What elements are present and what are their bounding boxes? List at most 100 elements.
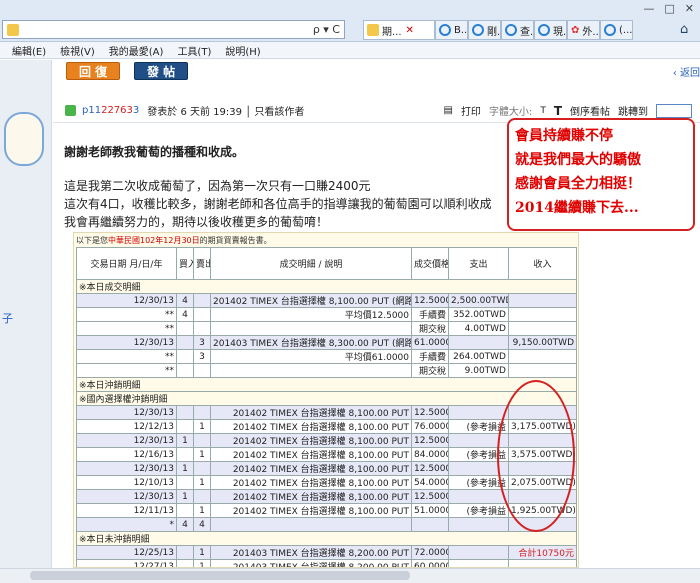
site-favicon-icon bbox=[7, 23, 19, 36]
table-cell: 54.0000 bbox=[411, 475, 449, 490]
table-cell: ** bbox=[76, 363, 177, 378]
window-controls: — □ ✕ bbox=[643, 2, 694, 15]
table-cell bbox=[210, 321, 412, 336]
table-row: 12/11/13 1 201402 TIMEX 台指選擇權 8,100.00 PUT… bbox=[76, 503, 577, 518]
table-cell: 1 bbox=[193, 447, 211, 462]
table-cell: 12/27/13 bbox=[76, 559, 177, 567]
table-row: ※本日成交明細 bbox=[76, 279, 577, 294]
table-cell bbox=[411, 517, 449, 532]
column-header: 成交價格 bbox=[411, 247, 449, 280]
scrollbar-thumb[interactable] bbox=[30, 571, 410, 580]
menu-view[interactable]: 檢視(V) bbox=[60, 43, 95, 58]
post-title: 謝謝老師教我葡萄的播種和收成。 bbox=[64, 145, 245, 159]
font-small-button[interactable]: T bbox=[540, 106, 546, 116]
author-link[interactable]: p11227633 bbox=[82, 105, 139, 116]
menu-help[interactable]: 說明(H) bbox=[225, 43, 260, 58]
section-title: ※本日未沖銷明細 bbox=[76, 531, 577, 546]
home-icon[interactable]: ⌂ bbox=[680, 22, 696, 38]
table-cell: 201402 TIMEX 台指選擇權 8,100.00 PUT bbox=[210, 475, 412, 490]
table-cell bbox=[448, 559, 509, 567]
flower-icon: ✿ bbox=[571, 24, 580, 36]
table-row: 交易日期 月/日/年買入賣出成交明細 / 說明成交價格支出收入 bbox=[76, 247, 577, 280]
sidebar-link[interactable]: 子 bbox=[2, 310, 13, 326]
section-title: ※本日成交明細 bbox=[76, 279, 577, 294]
table-cell: 12.5000 bbox=[411, 293, 449, 308]
author-suffix: 3 bbox=[132, 105, 140, 116]
table-cell: 4 bbox=[176, 517, 194, 532]
maximize-icon[interactable]: □ bbox=[664, 2, 674, 15]
tab-label: B... bbox=[454, 24, 468, 36]
table-cell bbox=[193, 433, 211, 448]
table-cell bbox=[176, 503, 194, 518]
browser-tab[interactable]: ✿ 外... bbox=[567, 20, 600, 40]
tab-label: 期... bbox=[382, 26, 402, 38]
browser-tab[interactable]: B... bbox=[435, 20, 468, 40]
goto-input[interactable] bbox=[656, 103, 692, 118]
table-cell: 12/12/13 bbox=[76, 419, 177, 434]
table-cell: 9,150.00TWD bbox=[508, 335, 577, 350]
reply-button[interactable]: 回 復 bbox=[66, 62, 121, 80]
menu-tools[interactable]: 工具(T) bbox=[177, 43, 211, 58]
table-cell: 手續費 bbox=[411, 349, 449, 364]
table-cell: 76.0000 bbox=[411, 419, 449, 434]
new-post-button[interactable]: 發 帖 bbox=[134, 62, 189, 80]
callout-line: 2014繼續賺下去... bbox=[515, 200, 639, 216]
reverse-order-link[interactable]: 倒序看帖 bbox=[570, 103, 610, 118]
table-cell: 1 bbox=[176, 461, 194, 476]
table-cell: 201402 TIMEX 台指選擇權 8,100.00 PUT bbox=[210, 447, 412, 462]
post-body-line: 這次有4口，收穫比較多，謝謝老師和各位高手的指導讓我的葡萄園可以順利收成 bbox=[64, 197, 492, 211]
table-cell bbox=[210, 363, 412, 378]
minimize-icon[interactable]: — bbox=[643, 2, 654, 15]
trade-report: 以下是您中華民國102年12月30日的期貨買賣報告書。 交易日期 月/日/年買入… bbox=[73, 232, 579, 568]
address-bar[interactable]: ρ ▾ C bbox=[2, 20, 345, 39]
table-row: ※國內選擇權沖銷明細 bbox=[76, 391, 577, 406]
tab-label: 外... bbox=[582, 26, 600, 38]
table-cell: ** bbox=[76, 321, 177, 336]
tab-label: (... bbox=[619, 24, 633, 36]
table-cell bbox=[193, 363, 211, 378]
back-link[interactable]: ‹ 返回 bbox=[673, 64, 700, 79]
table-cell bbox=[176, 405, 194, 420]
table-cell bbox=[176, 321, 194, 336]
tab-label: 查... bbox=[520, 26, 534, 38]
table-cell: 1 bbox=[193, 475, 211, 490]
table-cell: 平均價61.0000 bbox=[210, 349, 412, 364]
report-caption: 以下是您中華民國102年12月30日的期貨買賣報告書。 bbox=[76, 235, 272, 246]
table-cell: 4 bbox=[176, 307, 194, 322]
browser-tab[interactable]: (... bbox=[600, 20, 633, 40]
callout-line: 就是我們最大的驕傲 bbox=[515, 152, 641, 168]
goto-label: 跳轉到 bbox=[618, 107, 648, 118]
table-cell: 合計10750元 bbox=[508, 545, 577, 560]
table-cell: 12/10/13 bbox=[76, 475, 177, 490]
browser-tab-active[interactable]: 期... ✕ bbox=[363, 20, 435, 40]
menu-favorites[interactable]: 我的最愛(A) bbox=[109, 43, 164, 58]
font-large-button[interactable]: T bbox=[554, 104, 562, 118]
table-cell: 1 bbox=[193, 419, 211, 434]
close-window-icon[interactable]: ✕ bbox=[685, 2, 694, 15]
table-cell: 201402 TIMEX 台指選擇權 8,100.00 PUT bbox=[210, 461, 412, 476]
browser-tab[interactable]: 查... bbox=[501, 20, 534, 40]
browser-tab[interactable]: 現... bbox=[534, 20, 567, 40]
avatar bbox=[4, 112, 44, 166]
menu-edit[interactable]: 編輯(E) bbox=[12, 43, 46, 58]
print-link[interactable]: 打印 bbox=[461, 103, 481, 118]
tab-favicon-icon bbox=[367, 24, 379, 36]
table-row: ** 期交稅 4.00TWD bbox=[76, 321, 577, 336]
browser-tab[interactable]: 剛... bbox=[468, 20, 501, 40]
ie-icon bbox=[439, 24, 451, 36]
table-cell: 51.0000 bbox=[411, 503, 449, 518]
table-cell bbox=[210, 517, 412, 532]
column-header: 賣出 bbox=[193, 247, 211, 280]
post-body-line: 這是我第二次收成葡萄了，因為第一次只有一口賺2400元 bbox=[64, 179, 371, 193]
column-header: 支出 bbox=[448, 247, 509, 280]
close-tab-icon[interactable]: ✕ bbox=[406, 25, 414, 36]
table-cell: 12/16/13 bbox=[76, 447, 177, 462]
table-cell bbox=[176, 349, 194, 364]
table-row: 12/30/13 4 201402 TIMEX 台指選擇權 8,100.00 PUT… bbox=[76, 293, 577, 308]
table-row: ** 4 平均價12.5000 手續費 352.00TWD bbox=[76, 307, 577, 322]
table-row: ** 3 平均價61.0000 手續費 264.00TWD bbox=[76, 349, 577, 364]
column-header: 成交明細 / 說明 bbox=[210, 247, 412, 280]
table-cell: 3 bbox=[193, 349, 211, 364]
address-controls[interactable]: ρ ▾ C bbox=[313, 23, 340, 36]
table-row: 12/25/13 1 201403 TIMEX 台指選擇權 8,200.00 PUT… bbox=[76, 545, 577, 560]
